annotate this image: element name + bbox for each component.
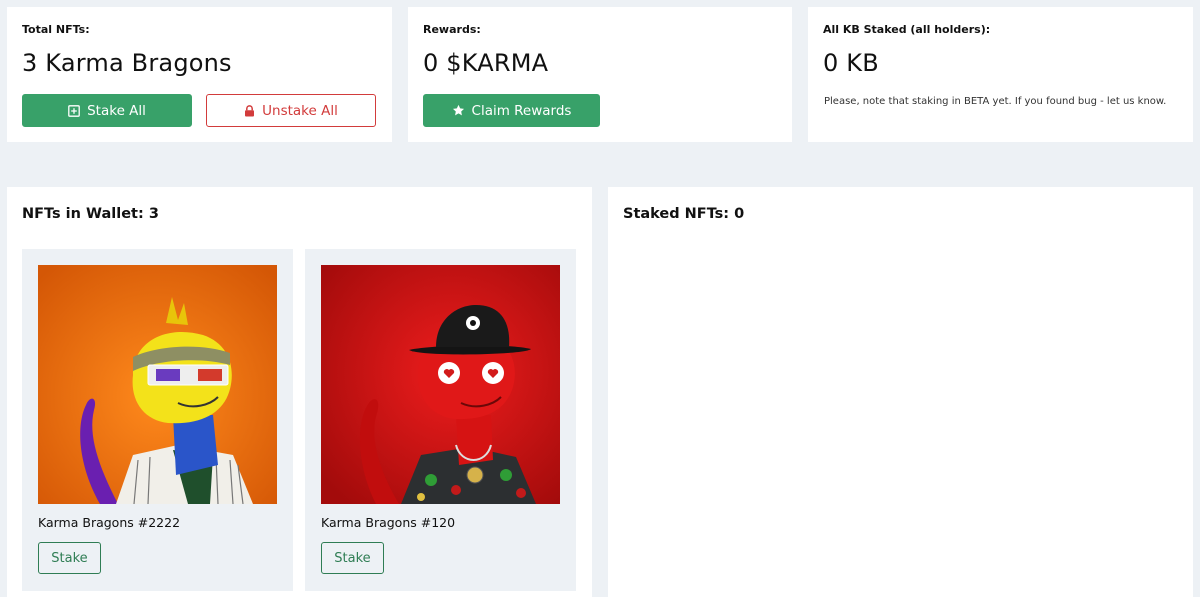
nft-card: Karma Bragons #120 Stake — [305, 249, 576, 591]
lock-icon — [245, 104, 255, 116]
total-nfts-card: Total NFTs: 3 Karma Bragons Stake All Un… — [7, 7, 392, 142]
rewards-card: Rewards: 0 $KARMA Claim Rewards — [408, 7, 792, 142]
staked-panel: Staked NFTs: 0 — [608, 187, 1193, 597]
staked-title: Staked NFTs: 0 — [623, 206, 745, 222]
unstake-all-label: Unstake All — [262, 102, 338, 119]
wallet-title: NFTs in Wallet: 3 — [22, 206, 159, 222]
wallet-panel: NFTs in Wallet: 3 Karma Bragons #2222 St… — [7, 187, 592, 597]
rewards-label: Rewards: — [423, 23, 481, 36]
star-icon — [452, 104, 464, 116]
unstake-all-button[interactable]: Unstake All — [206, 94, 376, 127]
total-nfts-value: 3 Karma Bragons — [22, 49, 232, 77]
stake-all-button[interactable]: Stake All — [22, 94, 192, 127]
nft-card: Karma Bragons #2222 Stake — [22, 249, 293, 591]
plus-square-icon — [68, 104, 80, 117]
stake-button[interactable]: Stake — [38, 542, 101, 574]
all-staked-card: All KB Staked (all holders): 0 KB Please… — [808, 7, 1193, 142]
rewards-value: 0 $KARMA — [423, 49, 549, 77]
total-nfts-label: Total NFTs: — [22, 23, 90, 36]
all-staked-value: 0 KB — [823, 49, 879, 77]
claim-rewards-label: Claim Rewards — [471, 102, 572, 119]
nft-image-yellow-dragon — [38, 265, 277, 504]
nft-name: Karma Bragons #2222 — [38, 515, 181, 530]
claim-rewards-button[interactable]: Claim Rewards — [423, 94, 600, 127]
beta-note: Please, note that staking in BETA yet. I… — [824, 96, 1167, 107]
stake-button[interactable]: Stake — [321, 542, 384, 574]
nft-image-red-dragon — [321, 265, 560, 504]
stake-all-label: Stake All — [87, 102, 146, 119]
nft-name: Karma Bragons #120 — [321, 515, 456, 530]
all-staked-label: All KB Staked (all holders): — [823, 23, 991, 36]
